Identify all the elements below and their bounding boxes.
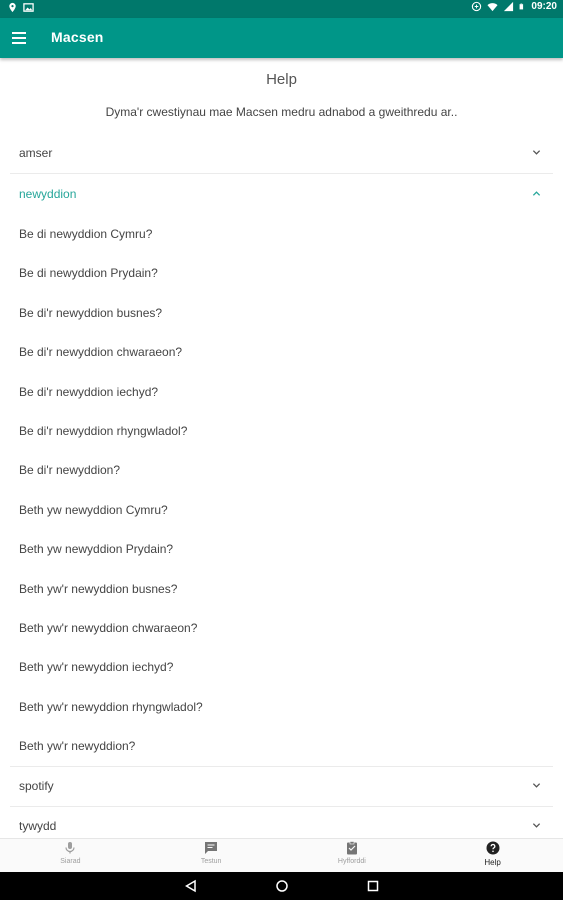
nav-label: Siarad (60, 858, 81, 865)
home-icon[interactable] (275, 879, 289, 893)
topic-header-newyddion[interactable]: newyddion (0, 174, 563, 214)
recents-icon[interactable] (366, 879, 380, 893)
app-title: Macsen (51, 29, 104, 45)
nav-item-testun[interactable]: Testun (141, 839, 282, 872)
question-item: Beth yw newyddion Prydain? (19, 542, 174, 556)
question-item: Be di'r newyddion rhyngwladol? (19, 424, 188, 438)
topic-label: amser (19, 146, 53, 160)
topic-header-amser[interactable]: amser (0, 133, 563, 173)
question-item: Beth yw newyddion Cymru? (19, 503, 168, 517)
bottom-navigation: Siarad Testun Hyfforddi Help (0, 838, 563, 872)
nav-item-hyfforddi[interactable]: Hyfforddi (282, 839, 423, 872)
status-bar: 09:20 (0, 0, 563, 18)
system-navigation-bar (0, 872, 563, 900)
topic-header-tywydd[interactable]: tywydd (0, 806, 563, 838)
app-bar: Macsen (0, 18, 563, 58)
sync-icon (472, 1, 482, 12)
status-time: 09:20 (531, 1, 557, 12)
back-icon[interactable] (184, 879, 198, 893)
clipboard-icon (346, 841, 357, 855)
signal-icon (504, 1, 514, 12)
help-icon (486, 841, 500, 855)
nav-label: Testun (200, 858, 222, 865)
nav-item-help[interactable]: Help (422, 839, 563, 872)
chevron-down-icon (532, 783, 541, 788)
question-item: Beth yw'r newyddion busnes? (19, 582, 178, 596)
chat-icon (205, 842, 218, 854)
question-item: Be di newyddion Cymru? (19, 227, 153, 241)
menu-icon[interactable] (12, 28, 32, 48)
question-item: Beth yw'r newyddion chwaraeon? (19, 621, 198, 635)
question-item: Be di'r newyddion chwaraeon? (19, 345, 183, 359)
location-icon (9, 2, 16, 13)
chevron-down-icon (532, 823, 541, 828)
question-item: Be di newyddion Prydain? (19, 266, 158, 280)
topic-header-spotify[interactable]: spotify (0, 766, 563, 806)
question-item: Be di'r newyddion iechyd? (19, 385, 159, 399)
question-item: Be di'r newyddion busnes? (19, 306, 163, 320)
chevron-down-icon (532, 150, 541, 155)
question-item: Beth yw'r newyddion iechyd? (19, 660, 174, 674)
help-content[interactable]: Help Dyma'r cwestiynau mae Macsen medru … (0, 58, 563, 838)
page-subtitle: Dyma'r cwestiynau mae Macsen medru adnab… (105, 105, 458, 119)
battery-icon (520, 3, 524, 10)
question-item: Be di'r newyddion? (19, 463, 121, 477)
nav-item-siarad[interactable]: Siarad (0, 839, 141, 872)
nav-label: Hyfforddi (337, 858, 366, 865)
wifi-icon (487, 3, 498, 12)
topic-label: spotify (19, 779, 54, 793)
question-item: Beth yw'r newyddion rhyngwladol? (19, 700, 203, 714)
question-item: Beth yw'r newyddion? (19, 739, 136, 753)
topic-label: tywydd (19, 819, 57, 833)
chevron-up-icon (532, 191, 541, 196)
image-icon (23, 3, 34, 12)
page-title: Help (266, 71, 297, 88)
topic-label: newyddion (19, 187, 77, 201)
nav-label: Help (484, 858, 501, 867)
microphone-icon (65, 842, 75, 854)
